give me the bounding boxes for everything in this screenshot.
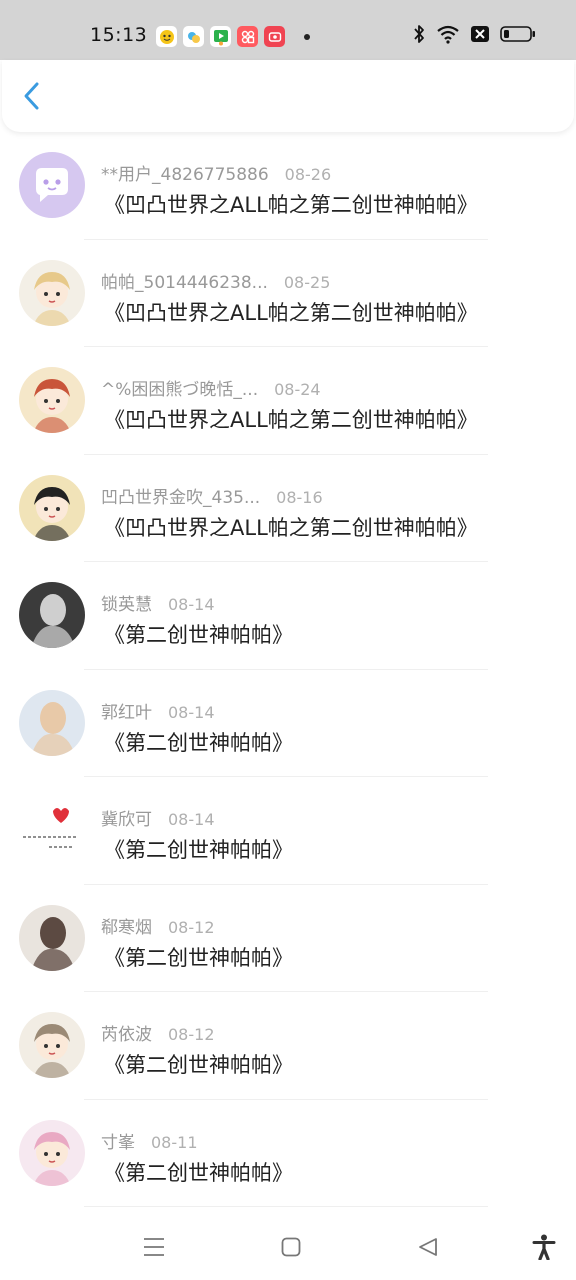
user-name[interactable]: 郗寒烟 [101,913,152,938]
list-item[interactable]: 寸峯 08-11 《第二创世神帕帕》 [0,1100,576,1207]
accessibility-button[interactable] [529,1232,559,1262]
user-name[interactable]: 郭红叶 [101,698,152,723]
status-bar: 15:13 [0,0,576,60]
header-bar [2,60,574,132]
photo-app-icon [237,26,258,47]
back-button[interactable] [14,78,50,114]
user-name[interactable]: 帕帕_5014446238... [101,268,268,293]
item-meta: 凹凸世界金吹_435... 08-16 [101,483,323,508]
video-app-icon [210,26,231,47]
item-meta: 郭红叶 08-14 [101,698,215,723]
item-meta: 锁英慧 08-14 [101,590,215,615]
list-item[interactable]: 凹凸世界金吹_435... 08-16 《凹凸世界之ALL帕之第二创世神帕帕》 [0,455,576,562]
list-item[interactable]: 冀欣可 08-14 《第二创世神帕帕》 [0,777,576,885]
item-date: 08-14 [168,595,215,614]
wifi-icon [436,24,460,48]
chat-app-icon [156,26,177,47]
item-date: 08-25 [283,272,331,292]
divider [84,1206,488,1207]
system-icons [412,24,536,48]
status-time: 15:13 [90,24,148,46]
item-meta: 帕帕_5014446238... 08-25 [101,268,330,293]
menu-icon [144,1238,164,1256]
avatar[interactable] [19,259,85,326]
item-meta: **用户_4826775886 08-26 [101,160,331,185]
avatar[interactable] [19,582,85,648]
item-title[interactable]: 《第二创世神帕帕》 [104,619,293,649]
menu-button[interactable] [139,1232,169,1262]
back-triangle-icon [419,1238,437,1256]
avatar[interactable] [19,797,85,863]
user-name[interactable]: 冀欣可 [101,805,152,830]
navigation-bar [0,1214,576,1280]
item-date: 08-14 [168,702,215,722]
back-nav-button[interactable] [413,1232,443,1262]
item-title[interactable]: 《第二创世神帕帕》 [104,1049,293,1079]
avatar[interactable] [19,1012,85,1078]
item-date: 08-12 [168,917,215,937]
list-item[interactable]: ^%困困熊づ晚恬_... 08-24 《凹凸世界之ALL帕之第二创世神帕帕》 [0,347,576,455]
sim-icon [470,25,490,47]
list-item[interactable]: 帕帕_5014446238... 08-25 《凹凸世界之ALL帕之第二创世神帕帕》 [0,240,576,347]
home-button[interactable] [276,1232,306,1262]
list-item[interactable]: 锁英慧 08-14 《第二创世神帕帕》 [0,562,576,670]
item-title[interactable]: 《第二创世神帕帕》 [104,727,293,757]
item-meta: ^%困困熊づ晚恬_... 08-24 [101,375,321,400]
avatar[interactable] [19,904,85,971]
item-date: 08-24 [274,380,321,399]
item-title[interactable]: 《第二创世神帕帕》 [104,834,293,864]
chevron-left-icon [24,82,39,110]
list-item[interactable]: **用户_4826775886 08-26 《凹凸世界之ALL帕之第二创世神帕帕》 [0,132,576,240]
notification-app-icons [156,26,285,47]
user-name[interactable]: 凹凸世界金吹_435... [101,483,260,508]
item-title[interactable]: 《凹凸世界之ALL帕之第二创世神帕帕》 [104,297,478,327]
item-meta: 芮依波 08-12 [101,1020,215,1045]
accessibility-icon [532,1234,556,1260]
item-date: 08-26 [284,165,332,184]
avatar[interactable] [19,367,85,433]
list-item[interactable]: 郭红叶 08-14 《第二创世神帕帕》 [0,670,576,777]
item-title[interactable]: 《凹凸世界之ALL帕之第二创世神帕帕》 [104,404,478,434]
item-title[interactable]: 《凹凸世界之ALL帕之第二创世神帕帕》 [104,512,478,542]
more-notifications-dot [304,34,310,40]
home-icon [281,1237,301,1257]
avatar[interactable] [19,152,85,218]
bluetooth-icon [412,24,426,48]
list-item[interactable]: 郗寒烟 08-12 《第二创世神帕帕》 [0,885,576,992]
user-name[interactable]: 锁英慧 [101,590,152,615]
user-name[interactable]: 芮依波 [101,1020,152,1045]
battery-icon [500,25,536,47]
weather-app-icon [183,26,204,47]
user-name[interactable]: **用户_4826775886 [101,160,269,185]
item-title[interactable]: 《第二创世神帕帕》 [104,942,293,972]
avatar[interactable] [19,474,85,541]
item-date: 08-11 [151,1132,198,1152]
item-title[interactable]: 《凹凸世界之ALL帕之第二创世神帕帕》 [104,189,478,219]
list-item[interactable]: 芮依波 08-12 《第二创世神帕帕》 [0,992,576,1100]
item-date: 08-14 [168,810,215,829]
avatar[interactable] [19,1119,85,1186]
item-meta: 郗寒烟 08-12 [101,913,215,938]
item-title[interactable]: 《第二创世神帕帕》 [104,1157,293,1187]
user-name[interactable]: ^%困困熊づ晚恬_... [101,375,258,400]
item-date: 08-16 [276,487,323,507]
item-date: 08-12 [168,1025,215,1044]
user-name[interactable]: 寸峯 [101,1128,135,1153]
item-meta: 冀欣可 08-14 [101,805,215,830]
camera-app-icon [264,26,285,47]
avatar[interactable] [19,689,85,756]
item-meta: 寸峯 08-11 [101,1128,198,1153]
